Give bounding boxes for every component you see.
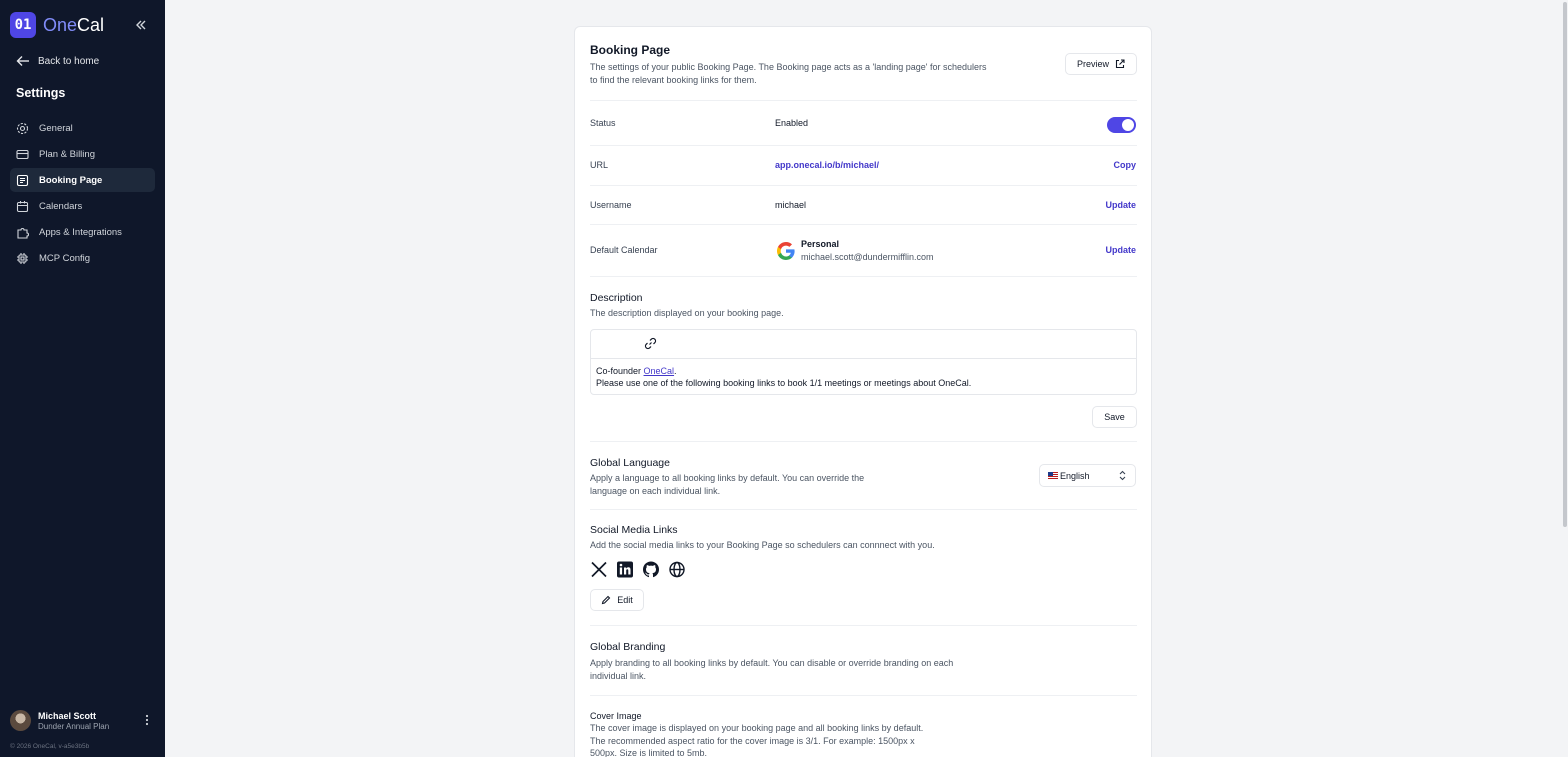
cover-image-section: Cover Image The cover image is displayed… bbox=[590, 711, 1137, 757]
sidebar-item-label: Plan & Billing bbox=[39, 148, 95, 160]
copy-url-button[interactable]: Copy bbox=[1114, 160, 1137, 170]
page-title: Booking Page bbox=[590, 43, 671, 57]
github-icon[interactable] bbox=[642, 561, 660, 578]
status-value: Enabled bbox=[775, 118, 809, 128]
social-media-subtitle: Add the social media links to your Booki… bbox=[590, 540, 935, 550]
sidebar-item-label: MCP Config bbox=[39, 252, 91, 264]
google-icon bbox=[777, 242, 795, 260]
pencil-icon bbox=[601, 595, 611, 605]
social-media-section: Social Media Links Add the social media … bbox=[590, 524, 1137, 552]
cover-image-title: Cover Image bbox=[590, 711, 642, 721]
puzzle-icon bbox=[17, 227, 29, 239]
global-branding-subtitle: Apply branding to all booking links by d… bbox=[590, 658, 954, 681]
sidebar-item-calendars[interactable]: Calendars bbox=[10, 194, 155, 218]
credit-card-icon bbox=[16, 149, 29, 159]
status-toggle[interactable] bbox=[1107, 117, 1136, 133]
linkedin-icon[interactable] bbox=[616, 561, 634, 578]
back-to-home-link[interactable]: Back to home bbox=[16, 55, 99, 67]
sidebar-item-label: Calendars bbox=[39, 200, 83, 212]
editor-content[interactable]: Co-founder OneCal. Please use one of the… bbox=[591, 359, 1136, 395]
us-flag-icon bbox=[1048, 472, 1058, 479]
editor-toolbar bbox=[591, 330, 1136, 359]
chip-icon bbox=[17, 252, 28, 264]
global-branding-title: Global Branding bbox=[590, 641, 666, 653]
description-section: Description The description displayed on… bbox=[590, 292, 1137, 320]
user-profile[interactable]: Michael Scott Dunder Annual Plan bbox=[10, 710, 155, 731]
social-media-title: Social Media Links bbox=[590, 524, 678, 536]
save-description-button[interactable]: Save bbox=[1092, 406, 1137, 428]
chevron-up-down-icon bbox=[1119, 470, 1126, 481]
language-select[interactable]: English bbox=[1039, 464, 1136, 487]
calendar-icon bbox=[16, 200, 29, 212]
avatar bbox=[10, 710, 31, 731]
gear-icon bbox=[16, 122, 29, 134]
default-calendar-label: Default Calendar bbox=[590, 245, 658, 255]
sidebar-item-apps-integrations[interactable]: Apps & Integrations bbox=[10, 220, 155, 244]
logo-mark: 01 bbox=[10, 12, 36, 38]
x-icon[interactable] bbox=[590, 561, 608, 578]
url-label: URL bbox=[590, 160, 609, 170]
onecal-logo[interactable]: 01 OneCal bbox=[10, 12, 104, 38]
arrow-left-icon bbox=[16, 56, 29, 66]
booking-page-icon bbox=[16, 174, 29, 186]
settings-nav: General Plan & Billing Booking Page Cale… bbox=[10, 116, 155, 272]
language-selected-value: English bbox=[1060, 470, 1090, 481]
username-label: Username bbox=[590, 200, 632, 210]
calendar-name: Personal bbox=[801, 239, 840, 249]
booking-url-link[interactable]: app.onecal.io/b/michael/ bbox=[775, 160, 879, 170]
description-title: Description bbox=[590, 292, 643, 304]
sidebar-item-label: Apps & Integrations bbox=[39, 226, 122, 238]
user-name: Michael Scott bbox=[38, 710, 97, 721]
version-text: © 2026 OneCal, v-a5e3b5b bbox=[10, 743, 90, 750]
external-link-icon bbox=[1115, 59, 1125, 69]
more-vertical-icon[interactable] bbox=[145, 714, 149, 729]
booking-page-settings-card: Booking Page The settings of your public… bbox=[574, 26, 1152, 757]
cover-image-description: The cover image is displayed on your boo… bbox=[590, 723, 924, 757]
sidebar-item-label: Booking Page bbox=[39, 174, 103, 186]
sidebar-item-mcp-config[interactable]: MCP Config bbox=[10, 246, 155, 270]
sidebar-item-booking-page[interactable]: Booking Page bbox=[10, 168, 155, 192]
settings-title: Settings bbox=[16, 86, 66, 100]
preview-button[interactable]: Preview bbox=[1065, 53, 1137, 75]
calendar-email: michael.scott@dundermifflin.com bbox=[801, 252, 934, 262]
collapse-sidebar-icon[interactable] bbox=[134, 18, 150, 34]
update-default-calendar-button[interactable]: Update bbox=[1105, 245, 1136, 255]
back-to-home-label: Back to home bbox=[38, 55, 100, 67]
page-scrollbar-thumb[interactable] bbox=[1563, 2, 1567, 527]
username-value: michael bbox=[775, 200, 807, 210]
page-subtitle: The settings of your public Booking Page… bbox=[590, 62, 987, 85]
status-label: Status bbox=[590, 118, 616, 128]
page-scrollbar-track[interactable] bbox=[1562, 0, 1568, 757]
description-subtitle: The description displayed on your bookin… bbox=[590, 308, 784, 318]
social-icons bbox=[590, 561, 694, 578]
user-plan: Dunder Annual Plan bbox=[38, 721, 110, 731]
sidebar-item-general[interactable]: General bbox=[10, 116, 155, 140]
sidebar-item-plan-billing[interactable]: Plan & Billing bbox=[10, 142, 155, 166]
sidebar-item-label: General bbox=[39, 122, 73, 134]
logo-text: OneCal bbox=[43, 14, 105, 35]
insert-link-icon[interactable] bbox=[644, 337, 657, 355]
update-username-button[interactable]: Update bbox=[1105, 200, 1136, 210]
sidebar: 01 OneCal Back to home Settings General … bbox=[0, 0, 165, 757]
globe-icon[interactable] bbox=[668, 561, 686, 578]
global-branding-section: Global Branding Apply branding to all bo… bbox=[590, 641, 1137, 682]
description-editor[interactable]: Co-founder OneCal. Please use one of the… bbox=[590, 329, 1137, 395]
booking-page-header: Booking Page The settings of your public… bbox=[590, 43, 1137, 86]
onecal-link[interactable]: OneCal bbox=[644, 366, 675, 376]
edit-social-links-button[interactable]: Edit bbox=[590, 589, 644, 611]
